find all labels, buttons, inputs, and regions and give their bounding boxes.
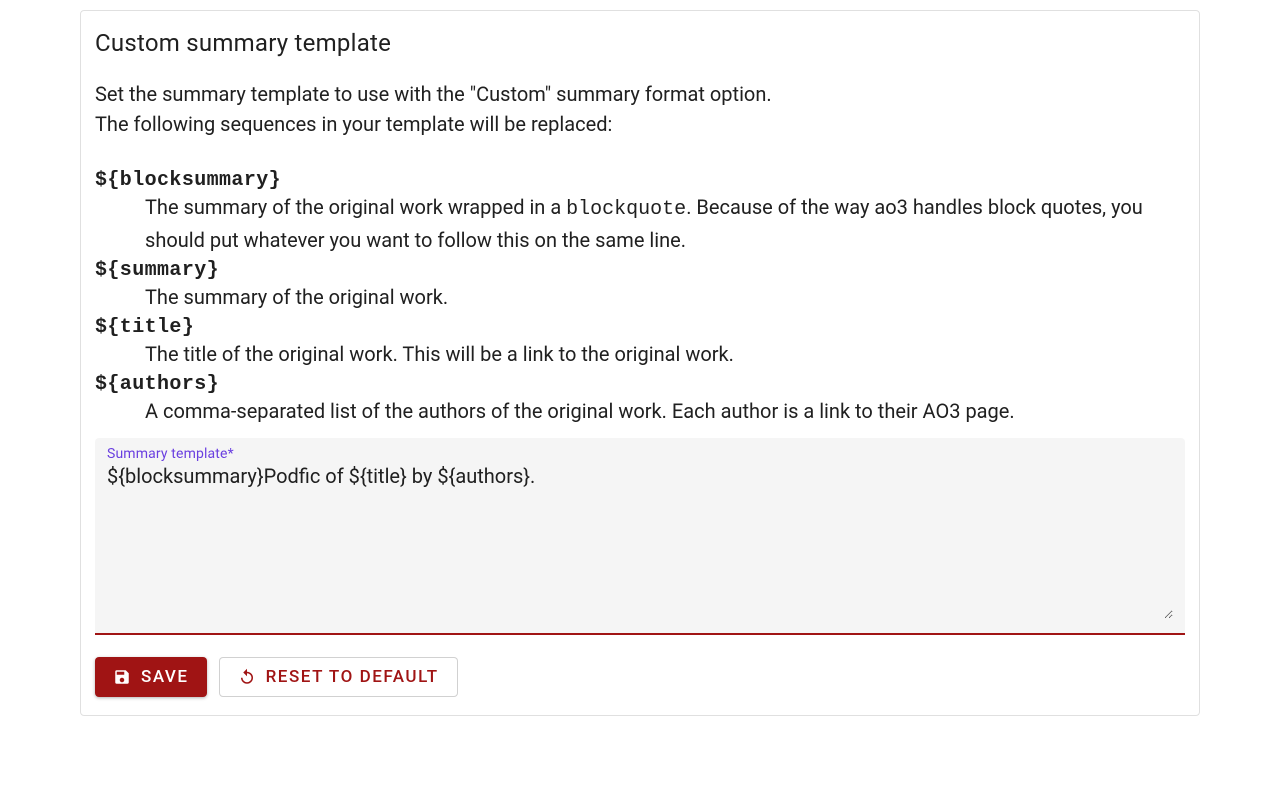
save-button[interactable]: Save [95, 657, 207, 697]
token-blocksummary: ${blocksummary} [95, 169, 1185, 192]
save-icon [113, 668, 131, 686]
summary-template-input[interactable]: ${blocksummary}Podfic of ${title} by ${a… [107, 464, 1173, 619]
intro-line-1: Set the summary template to use with the… [95, 82, 772, 106]
token-authors: ${authors} [95, 373, 1185, 396]
token-title-desc: The title of the original work. This wil… [145, 339, 1185, 369]
button-row: Save Reset to default [95, 657, 1185, 697]
intro-text: Set the summary template to use with the… [95, 79, 1185, 139]
token-title: ${title} [95, 316, 1185, 339]
token-summary-desc: The summary of the original work. [145, 282, 1185, 312]
token-blocksummary-desc: The summary of the original work wrapped… [145, 192, 1185, 255]
save-button-label: Save [141, 667, 189, 687]
template-tokens-list: ${blocksummary} The summary of the origi… [95, 169, 1185, 426]
custom-summary-card: Custom summary template Set the summary … [80, 10, 1200, 716]
card-title: Custom summary template [95, 29, 1185, 57]
token-authors-desc: A comma-separated list of the authors of… [145, 396, 1185, 426]
summary-template-label: Summary template* [107, 446, 1173, 462]
reset-icon [238, 668, 256, 686]
reset-button-label: Reset to default [266, 667, 439, 687]
summary-template-field: Summary template* ${blocksummary}Podfic … [95, 438, 1185, 635]
reset-button[interactable]: Reset to default [219, 657, 458, 697]
intro-line-2: The following sequences in your template… [95, 112, 612, 136]
token-summary: ${summary} [95, 259, 1185, 282]
